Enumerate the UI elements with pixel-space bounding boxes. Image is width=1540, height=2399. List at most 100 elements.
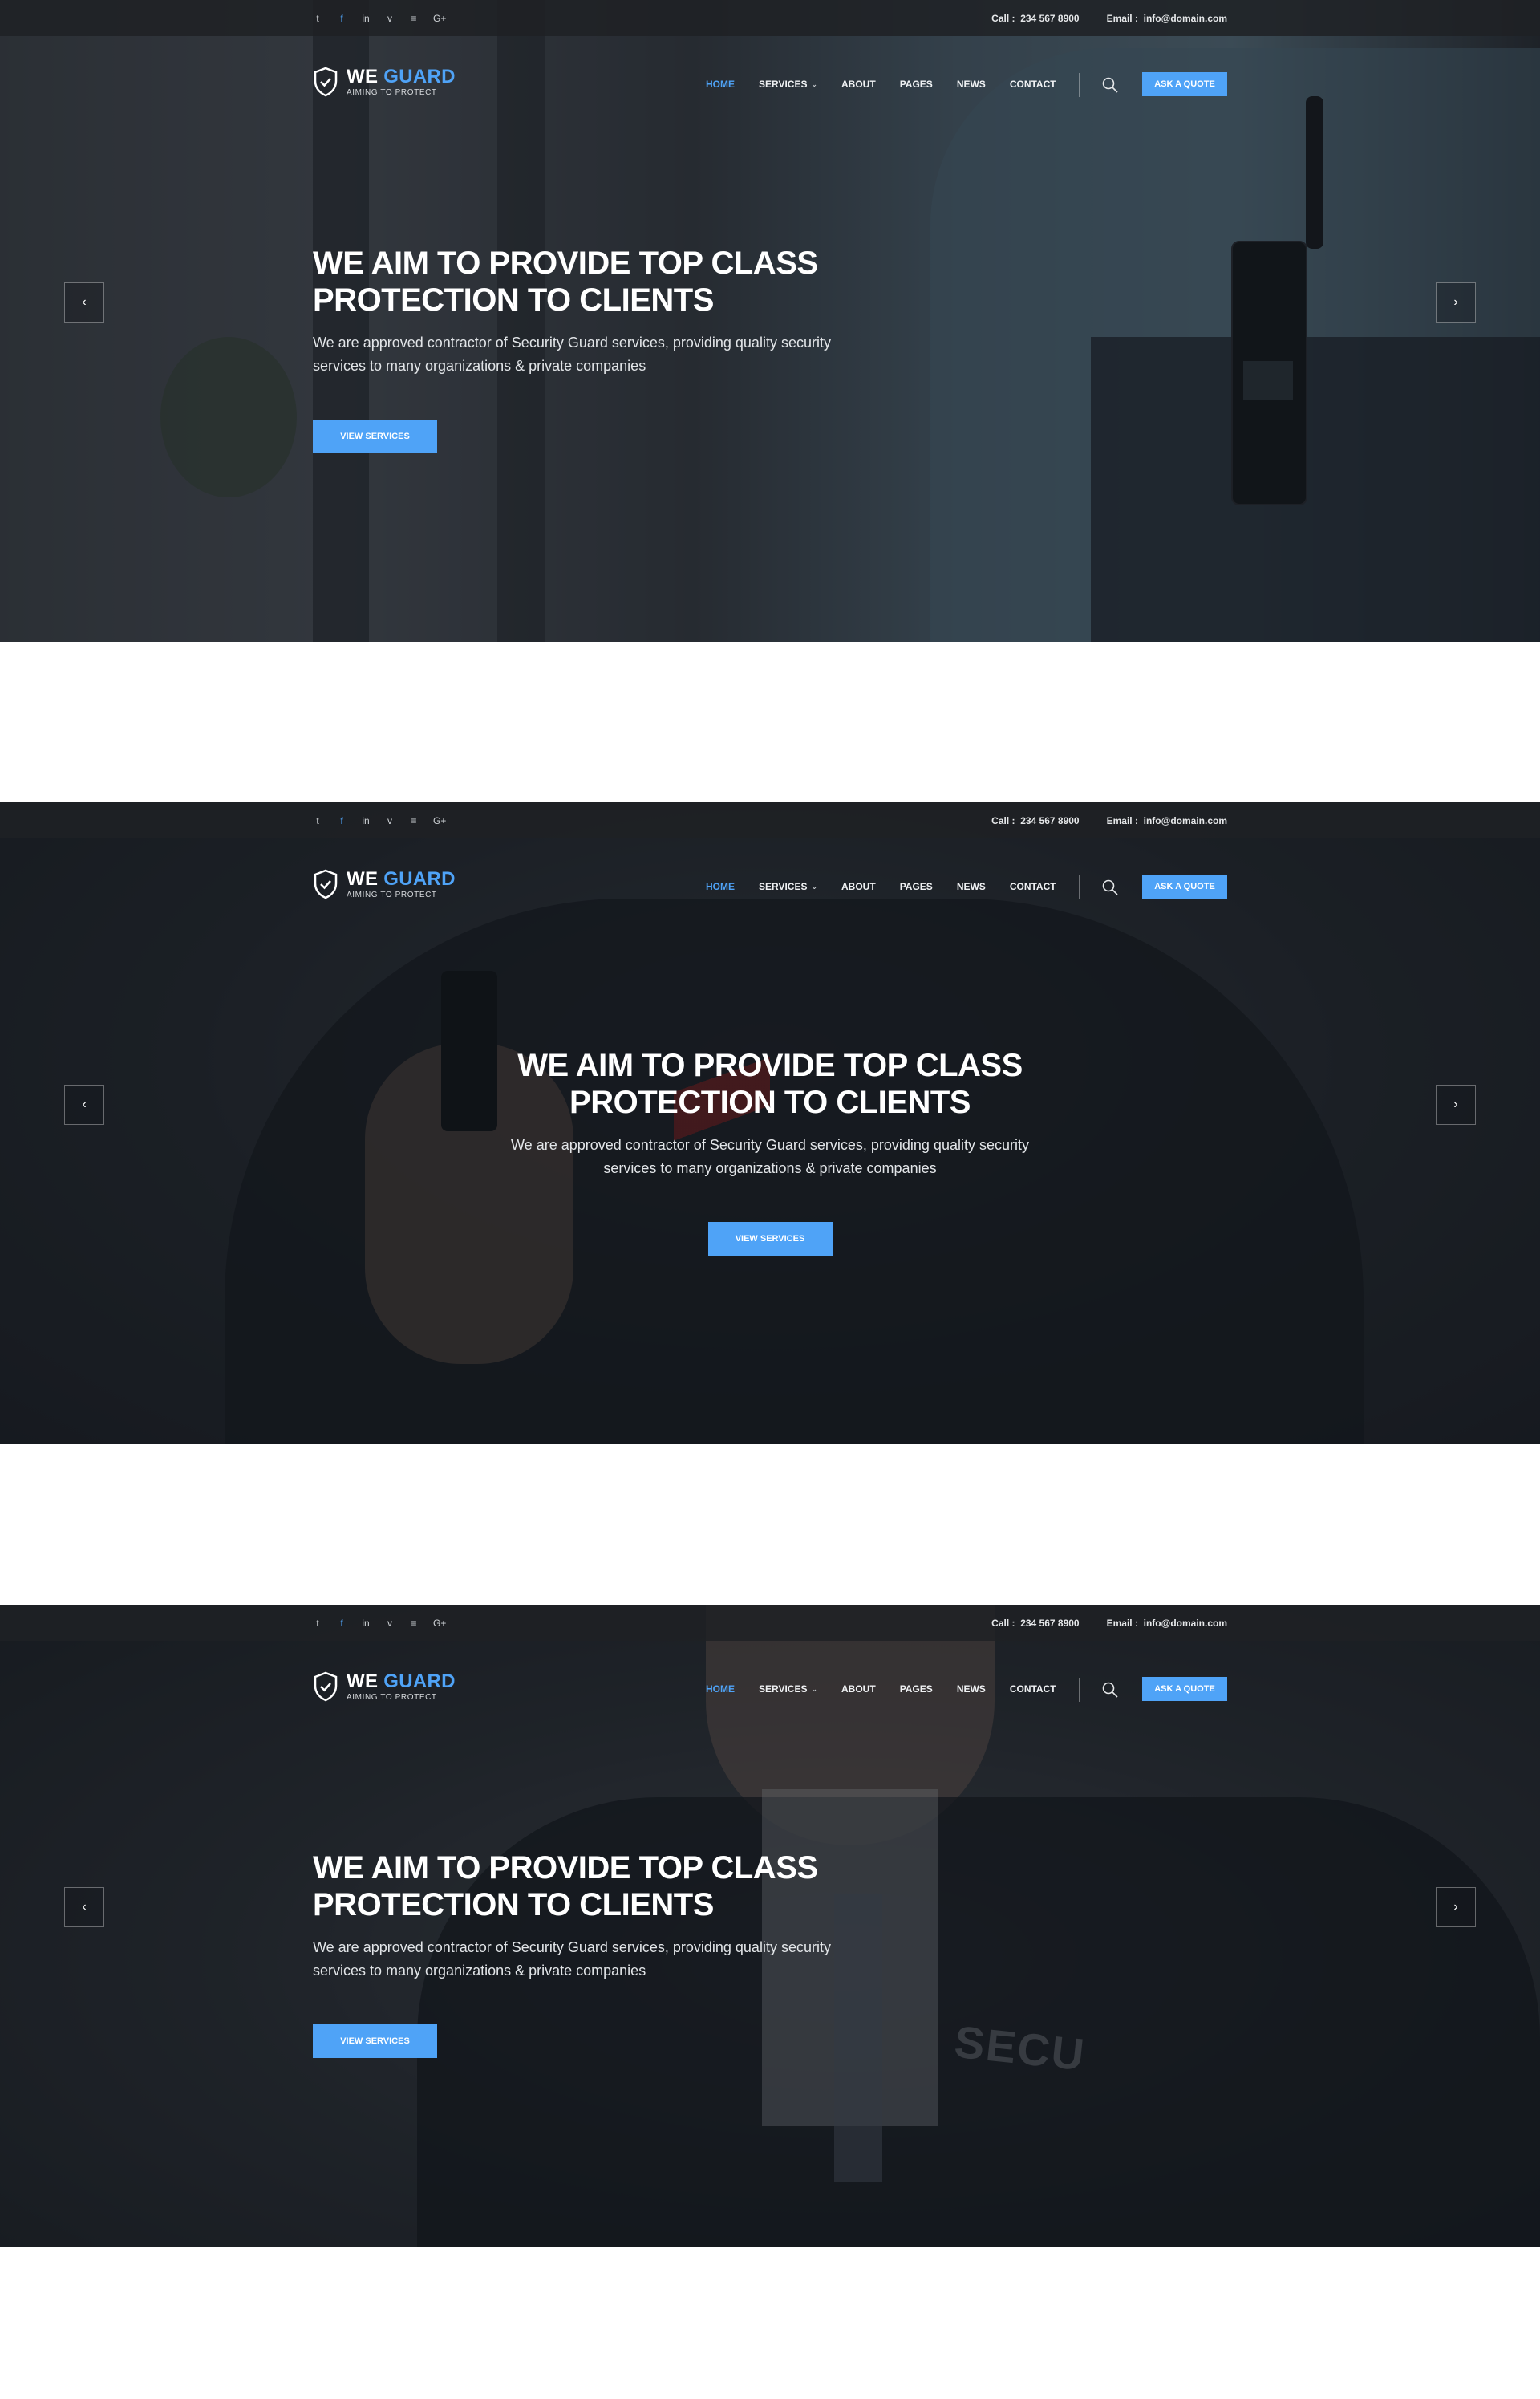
call-number[interactable]: 234 567 8900 — [1020, 815, 1079, 826]
nav-services-label: SERVICES — [759, 881, 808, 892]
email-link[interactable]: info@domain.com — [1144, 13, 1227, 24]
contact-info: Call : 234 567 8900 Email : info@domain.… — [991, 802, 1227, 838]
hero-title-line-2: PROTECTION TO CLIENTS — [313, 282, 714, 318]
logo-word-guard: GUARD — [383, 65, 456, 87]
hero-subtitle-line-1: We are approved contractor of Security G… — [313, 1939, 831, 1955]
google-plus-icon[interactable]: G+ — [433, 815, 446, 826]
nav-news[interactable]: NEWS — [957, 1683, 986, 1695]
nav-services[interactable]: SERVICES ⌄ — [759, 881, 817, 892]
nav-about[interactable]: ABOUT — [841, 1683, 876, 1695]
hero-slide-2: t f in v ≡ G+ Call : 234 567 8900 Email … — [0, 802, 1540, 1444]
main-nav: HOME SERVICES ⌄ ABOUT PAGES NEWS CONTACT — [706, 36, 1056, 132]
rss-icon[interactable]: ≡ — [409, 1618, 419, 1629]
nav-home[interactable]: HOME — [706, 1683, 735, 1695]
ask-quote-button[interactable]: ASK A QUOTE — [1142, 72, 1227, 96]
ask-quote-button[interactable]: ASK A QUOTE — [1142, 1677, 1227, 1701]
call-number[interactable]: 234 567 8900 — [1020, 13, 1079, 24]
nav-about[interactable]: ABOUT — [841, 881, 876, 892]
hero-content: WE AIM TO PROVIDE TOP CLASS PROTECTION TO… — [313, 1849, 874, 2058]
nav-pages[interactable]: PAGES — [900, 1683, 933, 1695]
view-services-button[interactable]: VIEW SERVICES — [313, 2024, 437, 2058]
prev-slide-button[interactable]: ‹ — [64, 1887, 104, 1927]
email-link[interactable]: info@domain.com — [1144, 1618, 1227, 1629]
logo-word-guard: GUARD — [383, 867, 456, 890]
nav-services[interactable]: SERVICES ⌄ — [759, 1683, 817, 1695]
site-logo[interactable]: WE GUARD AIMING TO PROTECT — [313, 1671, 456, 1702]
view-services-button[interactable]: VIEW SERVICES — [707, 1222, 833, 1256]
nav-home[interactable]: HOME — [706, 79, 735, 90]
shield-icon — [314, 1671, 338, 1702]
logo-tagline: AIMING TO PROTECT — [346, 1692, 437, 1702]
hero-title: WE AIM TO PROVIDE TOP CLASS PROTECTION TO… — [313, 1849, 874, 1923]
nav-news[interactable]: NEWS — [957, 881, 986, 892]
nav-pages[interactable]: PAGES — [900, 79, 933, 90]
vimeo-icon[interactable]: v — [385, 13, 395, 24]
call-number[interactable]: 234 567 8900 — [1020, 1618, 1079, 1629]
hero-subtitle-line-1: We are approved contractor of Security G… — [313, 335, 831, 351]
next-slide-button[interactable]: › — [1436, 1887, 1476, 1927]
email-info: Email : info@domain.com — [1107, 13, 1227, 24]
top-bar: t f in v ≡ G+ Call : 234 567 8900 Email … — [0, 802, 1540, 838]
chevron-down-icon: ⌄ — [811, 882, 818, 891]
google-plus-icon[interactable]: G+ — [433, 13, 446, 24]
linkedin-icon[interactable]: in — [361, 815, 371, 826]
vimeo-icon[interactable]: v — [385, 815, 395, 826]
prev-slide-button[interactable]: ‹ — [64, 1085, 104, 1125]
twitter-icon[interactable]: t — [313, 1618, 322, 1629]
hero-title-line-1: WE AIM TO PROVIDE TOP CLASS — [313, 246, 818, 281]
ask-quote-button[interactable]: ASK A QUOTE — [1142, 875, 1227, 899]
email-info: Email : info@domain.com — [1107, 1618, 1227, 1629]
logo-tagline: AIMING TO PROTECT — [346, 87, 437, 97]
vimeo-icon[interactable]: v — [385, 1618, 395, 1629]
logo-word-we: WE — [346, 65, 379, 87]
facebook-icon[interactable]: f — [337, 1618, 346, 1629]
nav-pages[interactable]: PAGES — [900, 881, 933, 892]
call-label: Call : — [991, 814, 1015, 826]
rss-icon[interactable]: ≡ — [409, 815, 419, 826]
facebook-icon[interactable]: f — [337, 815, 346, 826]
nav-contact[interactable]: CONTACT — [1010, 79, 1056, 90]
search-icon[interactable] — [1101, 76, 1119, 94]
nav-divider — [1079, 73, 1080, 97]
facebook-icon[interactable]: f — [337, 13, 346, 24]
google-plus-icon[interactable]: G+ — [433, 1618, 446, 1629]
nav-contact[interactable]: CONTACT — [1010, 881, 1056, 892]
nav-services-label: SERVICES — [759, 1683, 808, 1695]
nav-contact[interactable]: CONTACT — [1010, 1683, 1056, 1695]
nav-services[interactable]: SERVICES ⌄ — [759, 79, 817, 90]
hero-slide-1: t f in v ≡ G+ Call : 234 567 8900 Email … — [0, 0, 1540, 642]
hero-content: WE AIM TO PROVIDE TOP CLASS PROTECTION TO… — [313, 245, 874, 453]
shield-icon — [314, 67, 338, 97]
hero-subtitle: We are approved contractor of Security G… — [313, 331, 842, 378]
next-slide-button[interactable]: › — [1436, 1085, 1476, 1125]
linkedin-icon[interactable]: in — [361, 1618, 371, 1629]
hero-subtitle: We are approved contractor of Security G… — [505, 1134, 1035, 1180]
nav-services-label: SERVICES — [759, 79, 808, 90]
linkedin-icon[interactable]: in — [361, 13, 371, 24]
view-services-button[interactable]: VIEW SERVICES — [313, 420, 437, 453]
hero-title-line-1: WE AIM TO PROVIDE TOP CLASS — [517, 1048, 1023, 1083]
logo-tagline: AIMING TO PROTECT — [346, 890, 437, 899]
twitter-icon[interactable]: t — [313, 13, 322, 24]
site-header: WE GUARD AIMING TO PROTECT HOME SERVICES… — [0, 1641, 1540, 1737]
rss-icon[interactable]: ≡ — [409, 13, 419, 24]
search-icon[interactable] — [1101, 1681, 1119, 1699]
site-logo[interactable]: WE GUARD AIMING TO PROTECT — [313, 67, 456, 97]
social-links: t f in v ≡ G+ — [313, 0, 446, 36]
site-logo[interactable]: WE GUARD AIMING TO PROTECT — [313, 869, 456, 899]
email-label: Email : — [1106, 12, 1138, 24]
next-slide-button[interactable]: › — [1436, 282, 1476, 323]
hero-title: WE AIM TO PROVIDE TOP CLASS PROTECTION TO… — [449, 1047, 1091, 1121]
nav-news[interactable]: NEWS — [957, 79, 986, 90]
email-label: Email : — [1106, 814, 1138, 826]
hero-subtitle-line-1: We are approved contractor of Security G… — [511, 1137, 1029, 1153]
main-nav: HOME SERVICES ⌄ ABOUT PAGES NEWS CONTACT — [706, 838, 1056, 935]
twitter-icon[interactable]: t — [313, 815, 322, 826]
nav-about[interactable]: ABOUT — [841, 79, 876, 90]
prev-slide-button[interactable]: ‹ — [64, 282, 104, 323]
email-link[interactable]: info@domain.com — [1144, 815, 1227, 826]
search-icon[interactable] — [1101, 879, 1119, 896]
site-header: WE GUARD AIMING TO PROTECT HOME SERVICES… — [0, 36, 1540, 132]
nav-home[interactable]: HOME — [706, 881, 735, 892]
contact-info: Call : 234 567 8900 Email : info@domain.… — [991, 1605, 1227, 1641]
